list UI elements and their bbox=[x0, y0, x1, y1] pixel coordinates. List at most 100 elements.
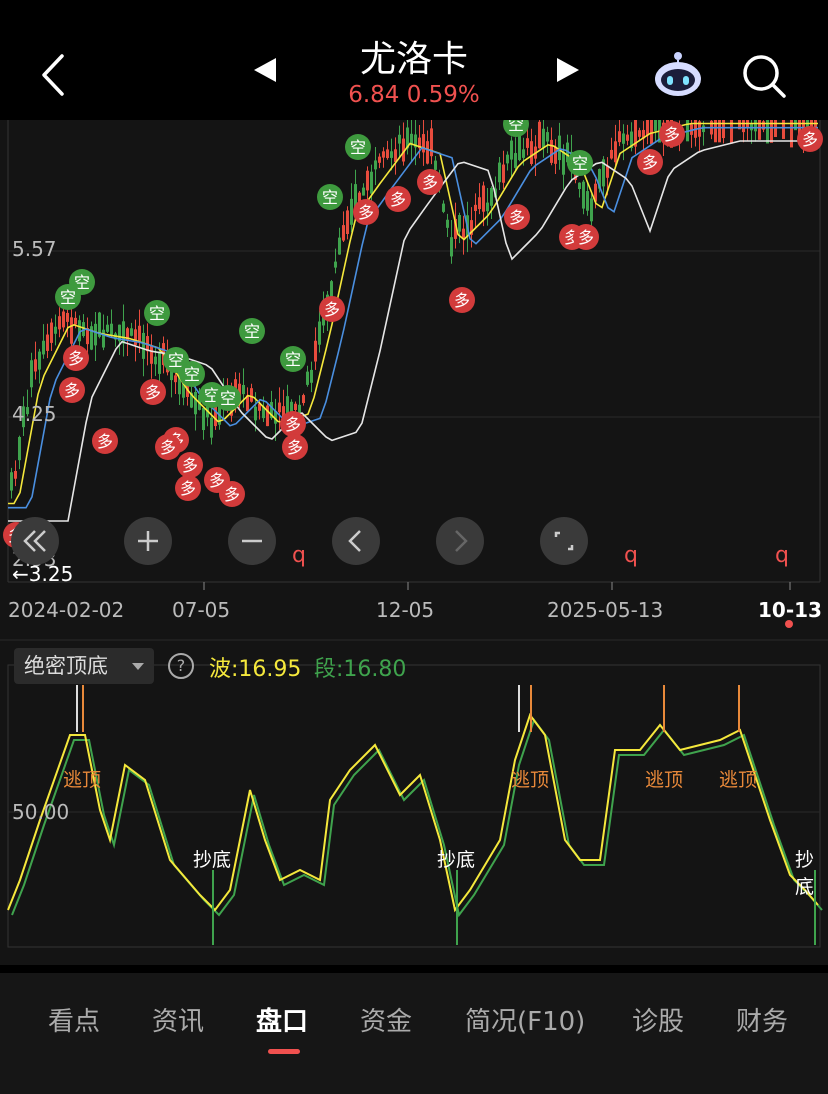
candle-body bbox=[614, 141, 617, 163]
candle-body bbox=[94, 323, 97, 346]
candle-body bbox=[530, 141, 533, 164]
shortcut-marker[interactable]: q bbox=[775, 543, 789, 568]
search-icon[interactable] bbox=[740, 52, 788, 100]
x-label: 2024-02-02 bbox=[8, 598, 125, 622]
candle-body bbox=[158, 351, 161, 374]
candle-body bbox=[474, 204, 477, 211]
zoom-in-button[interactable] bbox=[124, 517, 172, 565]
candle-body bbox=[526, 138, 529, 148]
signal-label: 空 bbox=[572, 154, 588, 173]
candle-body bbox=[618, 131, 621, 143]
candle-body bbox=[646, 120, 649, 136]
x-label: 12-05 bbox=[376, 598, 435, 622]
signal-label: 多 bbox=[224, 485, 240, 504]
segment-value: 段:16.80 bbox=[314, 657, 407, 682]
scroll-right-button[interactable] bbox=[436, 517, 484, 565]
candle-body bbox=[366, 170, 369, 191]
buy-bottom-label: 抄底 bbox=[795, 849, 815, 898]
candle-body bbox=[774, 120, 777, 138]
candle-body bbox=[110, 323, 113, 335]
signal-label: 空 bbox=[244, 322, 260, 341]
tab-news[interactable]: 资讯 bbox=[152, 1001, 204, 1038]
candle-body bbox=[210, 417, 213, 438]
candle-body bbox=[154, 356, 157, 365]
candle-body bbox=[338, 237, 341, 255]
candle-body bbox=[554, 146, 557, 164]
ma-line-mid bbox=[8, 126, 818, 509]
y-label-high: 5.57 bbox=[12, 237, 57, 261]
scroll-start-button[interactable] bbox=[11, 517, 59, 565]
candle-body bbox=[46, 334, 49, 351]
candle-body bbox=[278, 402, 281, 413]
candle-body bbox=[374, 160, 377, 170]
escape-top-label: 逃顶 bbox=[511, 769, 550, 791]
tab-funds[interactable]: 资金 bbox=[360, 1001, 412, 1038]
candle-body bbox=[134, 329, 137, 346]
chevron-left-icon bbox=[348, 530, 361, 552]
next-stock-icon[interactable] bbox=[557, 58, 579, 82]
candle-body bbox=[638, 130, 641, 137]
shortcut-marker[interactable]: q bbox=[292, 543, 306, 568]
candle-body bbox=[294, 403, 297, 411]
signal-label: 空 bbox=[60, 288, 76, 307]
candle-body bbox=[346, 210, 349, 234]
bottom-tab-bar: 看点 资讯 盘口 资金 简况(F10) 诊股 财务 bbox=[0, 973, 828, 1094]
candle-body bbox=[266, 405, 269, 427]
tab-finance[interactable]: 财务 bbox=[736, 1001, 788, 1038]
signal-label: 空 bbox=[149, 304, 165, 323]
tab-profile[interactable]: 简况(F10) bbox=[465, 1001, 585, 1038]
signal-label: 空 bbox=[184, 365, 200, 384]
chevron-right-icon bbox=[455, 530, 468, 552]
candle-body bbox=[38, 351, 41, 370]
tab-order-book[interactable]: 盘口 bbox=[256, 1001, 308, 1038]
tab-highlights[interactable]: 看点 bbox=[48, 1001, 100, 1038]
signal-label: 多 bbox=[182, 456, 198, 475]
signal-label: 多 bbox=[642, 153, 658, 172]
signal-label: 多 bbox=[64, 381, 80, 400]
candle-body bbox=[486, 202, 489, 212]
ma-line-long bbox=[8, 140, 818, 522]
signal-label: 空 bbox=[350, 138, 366, 157]
help-icon[interactable]: ? bbox=[168, 653, 194, 679]
candle-body bbox=[506, 154, 509, 164]
candle-body bbox=[242, 384, 245, 395]
segment-line bbox=[11, 717, 823, 918]
candle-body bbox=[150, 345, 153, 364]
shortcut-marker[interactable]: q bbox=[624, 543, 638, 568]
candle-body bbox=[18, 437, 21, 461]
kline-chart[interactable]: 多多多多多多多多多多多多多多多多多多多多多多多多空空空空空空空空空空空空空 5.… bbox=[0, 120, 828, 965]
candle-body bbox=[138, 325, 141, 342]
double-chevron-left-icon bbox=[23, 530, 46, 552]
candle-body bbox=[58, 316, 61, 330]
x-label: 2025-05-13 bbox=[547, 598, 664, 622]
signal-label: 多 bbox=[390, 190, 406, 209]
minus-icon bbox=[242, 539, 262, 543]
scroll-left-button[interactable] bbox=[332, 517, 380, 565]
signal-label: 空 bbox=[285, 350, 301, 369]
signal-label: 多 bbox=[287, 438, 303, 457]
candle-body bbox=[66, 312, 69, 322]
candle-body bbox=[490, 187, 493, 206]
candle-body bbox=[334, 261, 337, 268]
candle-body bbox=[306, 371, 309, 385]
robot-assistant-icon[interactable] bbox=[652, 50, 704, 98]
candle-body bbox=[502, 164, 505, 183]
candle-body bbox=[622, 133, 625, 144]
signal-label: 多 bbox=[358, 203, 374, 222]
candle-body bbox=[50, 322, 53, 343]
candle-body bbox=[434, 160, 437, 170]
indicator-level-label: 50.00 bbox=[12, 800, 70, 824]
candle-body bbox=[342, 225, 345, 241]
candle-body bbox=[202, 408, 205, 431]
candle-body bbox=[34, 359, 37, 372]
candle-body bbox=[102, 329, 105, 348]
candle-body bbox=[142, 332, 145, 359]
fullscreen-button[interactable] bbox=[540, 517, 588, 565]
candle-body bbox=[42, 340, 45, 355]
tab-diagnosis[interactable]: 诊股 bbox=[632, 1001, 684, 1038]
zoom-out-button[interactable] bbox=[228, 517, 276, 565]
candle-body bbox=[106, 324, 109, 332]
candle-body bbox=[130, 328, 133, 336]
y-label-mid: 4.25 bbox=[12, 402, 57, 426]
candle-body bbox=[546, 132, 549, 142]
